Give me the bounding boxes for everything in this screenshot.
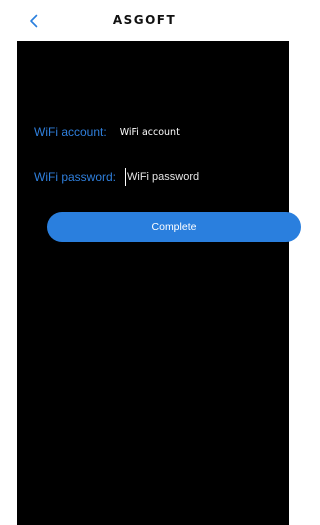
app-logo: ASGOFT [112, 13, 177, 27]
complete-button[interactable]: Complete [47, 212, 301, 242]
wifi-account-row: WiFi account: WiFi account [34, 122, 180, 142]
top-bar: ASGOFT [0, 0, 289, 41]
wifi-password-row: WiFi password: [34, 167, 278, 187]
wifi-account-label: WiFi account: [34, 125, 107, 139]
wifi-account-value[interactable]: WiFi account [120, 127, 180, 138]
wifi-config-panel: WiFi account: WiFi account WiFi password… [17, 41, 301, 525]
wifi-password-label: WiFi password: [34, 170, 117, 184]
wifi-password-input[interactable] [125, 168, 278, 186]
